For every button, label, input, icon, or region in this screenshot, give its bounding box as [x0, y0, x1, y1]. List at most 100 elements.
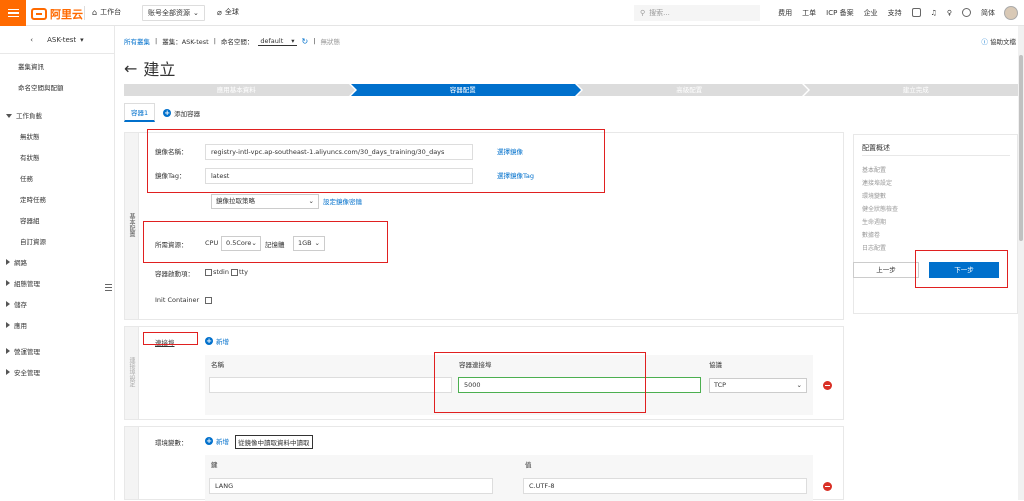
refresh-icon[interactable]: ↻ — [302, 37, 309, 46]
stdin-checkbox[interactable]: stdin — [205, 268, 229, 276]
top-right-links: 费用 工单 ICP 备案 企业 支持 ♫ ♀ 简体 — [773, 0, 1024, 26]
link-icp[interactable]: ICP 备案 — [821, 8, 858, 18]
step-container-config: 容器配置 — [351, 84, 576, 96]
checkbox-icon — [205, 297, 212, 304]
sidebar-item-operations[interactable]: 營運管理 — [6, 346, 40, 356]
breadcrumb-all-clusters[interactable]: 所有叢集 — [124, 36, 150, 46]
back-arrow-icon[interactable]: ← — [124, 59, 137, 78]
plus-icon: + — [205, 437, 213, 445]
init-container-checkbox[interactable] — [205, 296, 213, 304]
summary-link-health[interactable]: 健全狀態檢查 — [862, 204, 898, 213]
add-env-label: 新增 — [216, 436, 229, 446]
annotation-box — [143, 332, 198, 345]
sidebar-item-workloads[interactable]: 工作負載 — [6, 110, 42, 120]
link-support[interactable]: 支持 — [883, 8, 907, 18]
lightbulb-icon[interactable]: ♀ — [942, 9, 957, 17]
tab-container-1[interactable]: 容器1 — [124, 103, 155, 122]
caret-down-icon: ▾ — [291, 37, 294, 45]
section-label-text: 連接埠設定 — [127, 357, 136, 387]
protocol-select[interactable]: TCP⌄ — [709, 378, 807, 393]
summary-link-basic[interactable]: 基本配置 — [862, 165, 886, 174]
port-name-input[interactable] — [209, 377, 452, 393]
expand-icon — [6, 369, 10, 375]
help-docs-link[interactable]: ⓘ 協助文檔 — [981, 36, 1016, 46]
menu-icon[interactable] — [0, 0, 26, 26]
collapse-sidebar-icon[interactable] — [105, 284, 112, 291]
sidebar-item-label: 營運管理 — [14, 348, 40, 356]
summary-link-ports[interactable]: 連接埠設定 — [862, 178, 892, 187]
chevron-down-icon: ⌄ — [797, 379, 802, 392]
sidebar-item-namespace[interactable]: 命名空間與配額 — [18, 82, 64, 92]
help-icon[interactable] — [957, 8, 976, 19]
sidebar-item-jobs[interactable]: 任務 — [20, 173, 33, 183]
sidebar-item-cluster-info[interactable]: 叢集資訊 — [18, 61, 44, 71]
summary-link-env[interactable]: 環境變數 — [862, 191, 886, 200]
language-selector[interactable]: 简体 — [976, 8, 1000, 18]
env-key-input[interactable]: LANG — [209, 478, 493, 494]
sidebar-item-apps[interactable]: 應用 — [6, 320, 27, 330]
summary-link-logs[interactable]: 日志配置 — [862, 243, 886, 252]
add-port-button[interactable]: +新增 — [205, 336, 229, 346]
page-scrollbar[interactable] — [1018, 26, 1024, 500]
search-icon: ⚲ — [640, 9, 645, 17]
breadcrumb-cluster[interactable]: 叢集：ASK-test — [162, 36, 208, 46]
top-navigation-bar: 阿里云 ⌂ 工作台 账号全部资源 ⌄ ⌀ 全球 ⚲ 搜索... 费用 工单 IC… — [0, 0, 1024, 26]
prev-step-button[interactable]: 上一步 — [853, 262, 919, 278]
sidebar-item-cronjobs[interactable]: 定時任務 — [20, 194, 46, 204]
env-vars-label: 環境變數： — [155, 437, 188, 447]
sidebar-item-network[interactable]: 網路 — [6, 257, 27, 267]
tty-checkbox[interactable]: tty — [231, 268, 248, 276]
breadcrumb-sep: | — [155, 37, 157, 45]
sidebar-item-config[interactable]: 組態管理 — [6, 278, 40, 288]
region-selector[interactable]: ⌀ 全球 — [217, 7, 239, 17]
workbench-label: 工作台 — [100, 7, 121, 17]
terminal-icon[interactable] — [907, 8, 926, 19]
add-env-button[interactable]: +新增 — [205, 436, 229, 446]
link-billing[interactable]: 费用 — [773, 8, 797, 18]
annotation-box — [147, 129, 605, 193]
step-advanced-config: 高級配置 — [577, 84, 802, 96]
divider — [862, 155, 1010, 156]
env-value-input[interactable]: C.UTF-8 — [523, 478, 807, 494]
sidebar-item-stateful[interactable]: 有狀態 — [20, 152, 40, 162]
sidebar-item-pods[interactable]: 容器組 — [20, 215, 40, 225]
link-tickets[interactable]: 工单 — [797, 8, 821, 18]
avatar[interactable] — [1004, 6, 1018, 20]
scrollbar-thumb[interactable] — [1019, 55, 1023, 241]
expand-icon — [6, 301, 10, 307]
aliyun-logo[interactable]: 阿里云 — [31, 6, 83, 22]
remove-env-icon[interactable] — [823, 482, 832, 491]
cluster-switcher[interactable]: ‹ ASK-test ▾ — [0, 26, 114, 54]
set-image-secret-link[interactable]: 設定鏡像密鑰 — [323, 196, 362, 206]
workbench-link[interactable]: ⌂ 工作台 — [92, 7, 121, 17]
add-container-button[interactable]: +添加容器 — [163, 108, 200, 122]
import-from-image-button[interactable]: 從鏡像中讀取資料中讀取 — [235, 435, 313, 449]
namespace-select[interactable]: default ▾ — [258, 37, 296, 46]
bell-icon[interactable]: ♫ — [926, 9, 942, 17]
sidebar-item-stateless[interactable]: 無狀態 — [20, 131, 40, 141]
sidebar-item-storage[interactable]: 儲存 — [6, 299, 27, 309]
chevron-left-icon[interactable]: ‹ — [30, 36, 33, 44]
summary-title: 配置概述 — [862, 143, 890, 153]
cluster-name: ASK-test — [47, 36, 76, 44]
sidebar-item-label: 網路 — [14, 259, 27, 267]
breadcrumb-sep: | — [313, 37, 315, 45]
sidebar-item-label: 應用 — [14, 322, 27, 330]
pull-policy-select[interactable]: 鏡像拉取策略⌄ — [211, 194, 319, 209]
search-input[interactable]: ⚲ 搜索... — [634, 5, 760, 21]
remove-port-icon[interactable] — [823, 381, 832, 390]
sidebar-item-custom-resources[interactable]: 自訂資源 — [20, 236, 46, 246]
sidebar-item-security[interactable]: 安全管理 — [6, 367, 40, 377]
summary-link-volumes[interactable]: 數據卷 — [862, 230, 880, 239]
summary-link-lifecycle[interactable]: 生命週期 — [862, 217, 886, 226]
add-container-label: 添加容器 — [174, 108, 200, 118]
link-enterprise[interactable]: 企业 — [859, 8, 883, 18]
pull-policy-value: 鏡像拉取策略 — [216, 195, 255, 208]
column-header-protocol: 協議 — [709, 359, 722, 369]
namespace-value: default — [260, 37, 283, 45]
account-resources-dropdown[interactable]: 账号全部资源 ⌄ — [142, 5, 205, 21]
breadcrumb: 所有叢集 | 叢集：ASK-test | 命名空間： default▾ ↻ | … — [124, 36, 340, 46]
checkbox-icon — [205, 269, 212, 276]
caret-down-icon: ▾ — [80, 36, 84, 44]
add-port-label: 新增 — [216, 336, 229, 346]
